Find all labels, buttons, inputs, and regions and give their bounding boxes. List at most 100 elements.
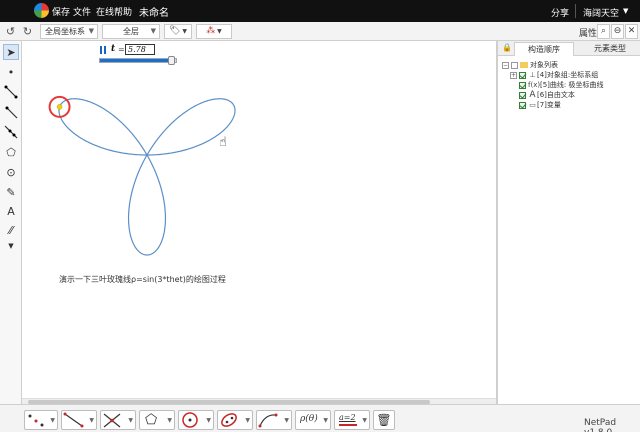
item-checkbox[interactable] [519,91,526,99]
line-tools-group[interactable]: ▼ [61,410,97,430]
text-tool[interactable]: A [3,204,19,220]
layer-select[interactable]: 全层 ▼ [102,24,160,39]
tree-root-label: 对象列表 [530,61,558,69]
canvas-svg[interactable]: 演示一下三叶玫瑰线ρ=sin(3*thet)的绘图过程 [22,41,496,398]
top-divider [575,4,576,18]
intersection-icon [103,413,121,428]
left-toolbar: ➤ • ⬠ ⊙ ✎ A ⁄⁄ ▼ [0,41,22,404]
tree-item-label: [7]变量 [537,101,561,109]
canvas-caption[interactable]: 演示一下三叶玫瑰线ρ=sin(3*thet)的绘图过程 [59,274,226,284]
tree-item-label: [6]自由文本 [537,91,575,99]
secondary-toolbar: ↺ ↻ 全局坐标系 ▼ 全层 ▼ 🏷 ▼ ⁂ ▼ 属性 ⌕ ⊖ ✕ [0,22,640,41]
hand-cursor-icon: ☝ [219,135,227,150]
tree-item[interactable]: f(x)[5]曲线: 极坐标曲线 [502,80,638,90]
lock-icon[interactable]: 🔒 [502,43,512,52]
right-panel: 🔒 构造顺序 元素类型 − 对象列表 + ⊥[4]对象组:坐标系组 f(x)[5]曲… [498,41,640,404]
pentagon-icon: ⬠ [6,146,16,159]
chevron-down-icon: ▼ [215,28,222,35]
trash-icon: 🗑 [376,413,392,427]
menu-save[interactable]: 保存 [52,5,70,18]
curve-icon: f(x) [528,81,541,89]
point-icon: • [7,66,15,79]
redo-icon[interactable]: ↻ [21,25,34,38]
tab-construction-order[interactable]: 构造顺序 [514,42,574,56]
properties-label[interactable]: 属性 [579,26,597,39]
line-tool[interactable] [3,125,19,141]
more-tools-button[interactable]: ▼ [3,238,19,254]
close-button[interactable]: ✕ [625,24,638,39]
app-logo-icon[interactable] [34,3,49,18]
tab-element-type[interactable]: 元素类型 [582,42,638,56]
circle-tool[interactable]: ⊙ [3,165,19,181]
pause-button[interactable] [99,46,107,55]
user-menu-chevron-icon[interactable]: ▼ [623,7,628,15]
polygon-tool[interactable]: ⬠ [3,145,19,161]
pen-tool[interactable]: ✎ [3,185,19,201]
ray-tool[interactable] [3,105,19,121]
axes-icon: ⊥ [529,71,536,79]
tree-item[interactable]: ▭[7]变量 [502,100,638,110]
rose-curve[interactable] [58,98,236,256]
chevron-down-icon: ▼ [323,417,328,424]
animation-slider-track[interactable] [99,58,177,63]
menu-file[interactable]: 文件 [73,5,91,18]
search-button[interactable]: ⌕ [597,24,610,39]
segment-icon [4,85,18,99]
circle-icon: ⊙ [6,166,16,179]
top-bar: 保存 文件 在线帮助 未命名 分享 海阔天空 ▼ [0,0,640,22]
tree-item-label: [4]对象组:坐标系组 [537,71,599,79]
tree-item[interactable]: + ⊥[4]对象组:坐标系组 [502,70,638,80]
collapse-icon[interactable]: − [502,61,509,69]
select-tool[interactable]: ➤ [3,44,19,60]
tree-root[interactable]: − 对象列表 [502,60,638,70]
curve-tools-group[interactable]: ▼ [256,410,292,430]
tag-dropdown-button[interactable]: 🏷 ▼ [164,24,192,39]
segment-tool[interactable] [3,85,19,101]
point-tools-group[interactable]: ▼ [24,410,58,430]
intersection-tools-group[interactable]: ▼ [100,410,136,430]
text-icon: A [529,90,536,100]
root-checkbox[interactable] [511,61,518,69]
pen-icon: ✎ [6,186,16,199]
search-icon: ⌕ [600,26,607,36]
item-checkbox[interactable] [519,101,526,109]
conic-tools-group[interactable]: ▼ [217,410,253,430]
item-checkbox[interactable] [519,81,526,89]
equation-tools-group[interactable]: a=2 ▼ [334,410,370,430]
point-tool[interactable]: • [3,65,19,81]
user-name[interactable]: 海阔天空 [583,6,619,19]
curve-icon [258,413,278,428]
menu-online-help[interactable]: 在线帮助 [96,5,132,18]
function-tools-group[interactable]: ρ(θ) ▼ [295,410,331,430]
panel-tabs: 🔒 构造顺序 元素类型 [498,41,640,56]
parameter-value-field[interactable]: 5.78 [125,44,155,55]
delete-button[interactable]: 🗑 [373,410,395,430]
marker-tool[interactable]: ⁄⁄ [3,223,19,239]
polygon-tools-group[interactable]: ⬠ ▼ [139,410,175,430]
parameter-name: t [111,44,116,54]
item-checkbox[interactable] [519,71,526,79]
close-icon: ✕ [627,26,636,36]
version-label: NetPad v1.8.0 [584,418,617,432]
pause-icon [100,46,102,54]
layer-value: 全层 [123,27,139,36]
chevron-down-icon: ▼ [50,417,55,424]
chevron-down-icon: ▼ [128,417,133,424]
chevron-down-icon: ▼ [362,417,367,424]
zoom-out-icon: ⊖ [613,26,622,36]
circle-tools-group[interactable]: ▼ [178,410,214,430]
tree-item[interactable]: A[6]自由文本 [502,90,638,100]
share-button[interactable]: 分享 [551,6,569,19]
expand-icon[interactable]: + [510,71,517,79]
point-style-dropdown-button[interactable]: ⁂ ▼ [196,24,232,39]
zoom-out-button[interactable]: ⊖ [611,24,624,39]
drawing-canvas[interactable]: 演示一下三叶玫瑰线ρ=sin(3*thet)的绘图过程 ☝ [22,41,496,398]
cursor-arrow-icon: ➤ [6,46,16,59]
undo-icon[interactable]: ↺ [4,25,17,38]
chevron-down-icon: ▼ [88,27,94,35]
trace-point[interactable] [56,104,63,110]
pause-icon-bar [104,46,106,54]
animation-slider-handle[interactable] [167,56,175,65]
coordinate-system-select[interactable]: 全局坐标系 ▼ [40,24,98,39]
document-title[interactable]: 未命名 [139,4,169,19]
